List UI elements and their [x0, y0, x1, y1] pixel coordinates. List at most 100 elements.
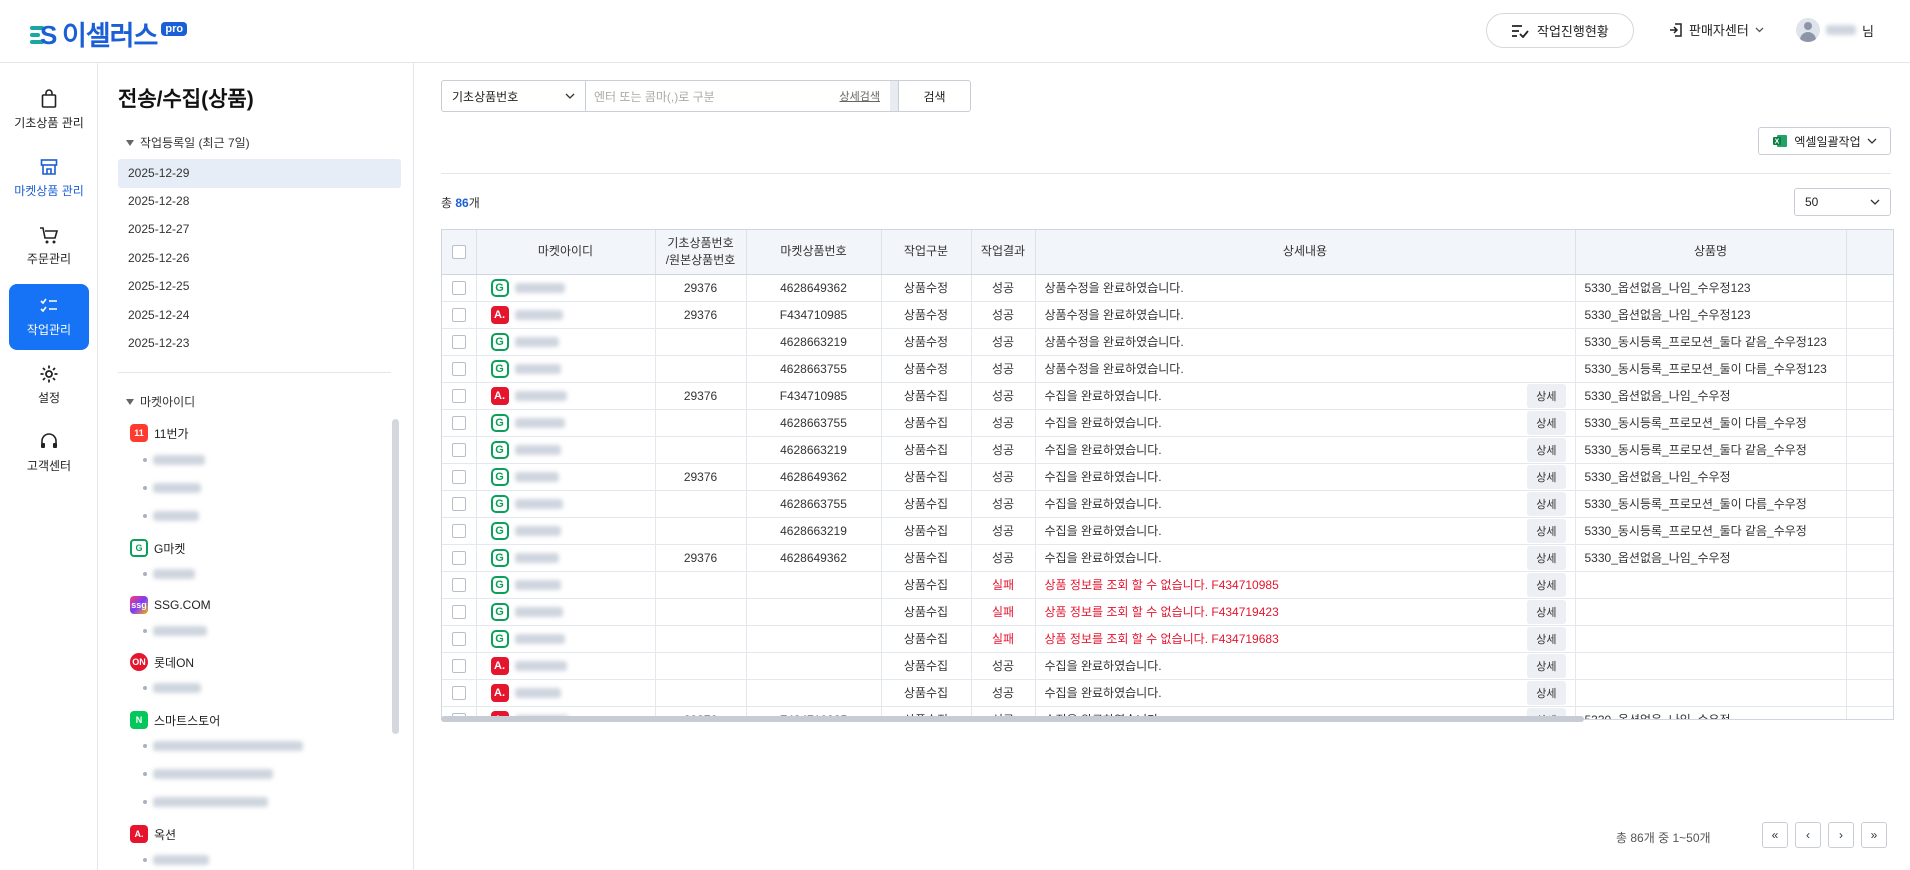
row-checkbox[interactable]: [451, 415, 466, 430]
nav-customer-center[interactable]: 고객센터: [9, 420, 89, 486]
market-account[interactable]: [143, 511, 199, 521]
col-header[interactable]: 상세내용: [1035, 230, 1576, 275]
market-account[interactable]: [143, 769, 273, 779]
market-group-header[interactable]: 마켓아이디: [126, 393, 195, 410]
seller-center-menu[interactable]: 판매자센터: [1669, 20, 1764, 39]
table-row[interactable]: G 29376 4628649362 상품수정 성공 상품수정을 완료하였습니다. 5330…: [442, 274, 1893, 302]
last-page-button[interactable]: »: [1861, 822, 1887, 848]
date-item[interactable]: 2025-12-25: [118, 272, 401, 301]
row-select-cell[interactable]: [442, 571, 477, 599]
table-horizontal-scrollbar[interactable]: [441, 716, 1584, 722]
row-checkbox[interactable]: [451, 685, 466, 700]
date-item[interactable]: 2025-12-26: [118, 244, 401, 273]
row-select-cell[interactable]: [442, 274, 477, 302]
table-row[interactable]: G 4628663755 상품수정 성공 상품수정을 완료하였습니다. 5330_동시등록…: [442, 355, 1893, 383]
tree-scrollbar[interactable]: [392, 419, 399, 734]
detail-button[interactable]: 상세: [1527, 653, 1566, 678]
detail-button[interactable]: 상세: [1527, 437, 1566, 462]
detail-button[interactable]: 상세: [1527, 599, 1566, 624]
market-account[interactable]: [143, 483, 201, 493]
col-header[interactable]: 기초상품번호 /원본상품번호: [655, 230, 747, 275]
col-header[interactable]: [1846, 230, 1893, 275]
first-page-button[interactable]: «: [1762, 822, 1788, 848]
row-checkbox[interactable]: [451, 577, 466, 592]
market-auction[interactable]: A. 옥션: [130, 825, 176, 843]
row-select-cell[interactable]: [442, 598, 477, 626]
market-account[interactable]: [143, 741, 303, 751]
prev-page-button[interactable]: ‹: [1795, 822, 1821, 848]
date-item[interactable]: 2025-12-23: [118, 329, 401, 358]
row-checkbox[interactable]: [451, 496, 466, 511]
row-checkbox[interactable]: [451, 469, 466, 484]
col-header[interactable]: 마켓아이디: [476, 230, 656, 275]
table-row[interactable]: G 4628663219 상품수집 성공 수집을 완료하였습니다. 상세 5330_동시등록…: [442, 436, 1893, 464]
nav-order[interactable]: 주문관리: [9, 213, 89, 279]
row-checkbox[interactable]: [451, 307, 466, 322]
row-select-cell[interactable]: [442, 625, 477, 653]
row-select-cell[interactable]: [442, 355, 477, 383]
row-select-cell[interactable]: [442, 517, 477, 545]
row-select-cell[interactable]: [442, 490, 477, 518]
market-account[interactable]: [143, 569, 195, 579]
row-select-cell[interactable]: [442, 382, 477, 410]
table-row[interactable]: G 4628663219 상품수집 성공 수집을 완료하였습니다. 상세 5330_동시등록…: [442, 517, 1893, 545]
market-account[interactable]: [143, 683, 201, 693]
market-ssg[interactable]: ssg SSG.COM: [130, 596, 211, 614]
table-row[interactable]: A. 상품수집 성공 수집을 완료하였습니다. 상세: [442, 652, 1893, 680]
detail-button[interactable]: 상세: [1527, 410, 1566, 435]
row-select-cell[interactable]: [442, 436, 477, 464]
date-item[interactable]: 2025-12-24: [118, 301, 401, 330]
search-button[interactable]: 검색: [898, 81, 970, 111]
page-size-select[interactable]: 50: [1794, 188, 1891, 216]
row-select-cell[interactable]: [442, 544, 477, 572]
market-account[interactable]: [143, 797, 268, 807]
date-item[interactable]: 2025-12-27: [118, 215, 401, 244]
date-item[interactable]: 2025-12-29: [118, 159, 401, 188]
nav-task-management[interactable]: 작업관리: [9, 284, 89, 350]
select-all-checkbox[interactable]: [451, 245, 466, 260]
detail-button[interactable]: 상세: [1527, 383, 1566, 408]
resize-handle[interactable]: [890, 81, 898, 111]
market-gmarket[interactable]: G G마켓: [130, 539, 185, 557]
table-row[interactable]: G 4628663219 상품수정 성공 상품수정을 완료하였습니다. 5330_동시등록…: [442, 328, 1893, 356]
table-row[interactable]: A. 29376F434710985상품수집성공 수집을 완료하였습니다. 상세 533…: [442, 382, 1893, 410]
market-account[interactable]: [143, 855, 209, 865]
market-account[interactable]: [143, 455, 205, 465]
row-select-cell[interactable]: [442, 409, 477, 437]
col-header[interactable]: 상품명: [1575, 230, 1847, 275]
select-all-header[interactable]: [442, 230, 477, 275]
market-lotteon[interactable]: ON 롯데ON: [130, 653, 194, 671]
user-menu[interactable]: 님: [1796, 18, 1874, 42]
table-row[interactable]: G 29376 4628649362 상품수집 성공 수집을 완료하였습니다. 상세 5330…: [442, 463, 1893, 491]
table-row[interactable]: G 29376 4628649362 상품수집 성공 수집을 완료하였습니다. 상세 5330…: [442, 544, 1893, 572]
row-select-cell[interactable]: [442, 301, 477, 329]
col-header[interactable]: 마켓상품번호: [746, 230, 882, 275]
table-row[interactable]: G 상품수집 실패 상품 정보를 조회 할 수 없습니다. F434710985 상세: [442, 571, 1893, 599]
table-row[interactable]: A. 상품수집 성공 수집을 완료하였습니다. 상세: [442, 679, 1893, 707]
detail-button[interactable]: 상세: [1527, 545, 1566, 570]
market-smartstore[interactable]: N 스마트스토어: [130, 711, 220, 729]
detail-search-link[interactable]: 상세검색: [840, 88, 880, 104]
table-row[interactable]: G 4628663755 상품수집 성공 수집을 완료하였습니다. 상세 5330_동시등록…: [442, 409, 1893, 437]
date-item[interactable]: 2025-12-28: [118, 187, 401, 216]
detail-button[interactable]: 상세: [1527, 626, 1566, 651]
row-select-cell[interactable]: [442, 652, 477, 680]
row-select-cell[interactable]: [442, 679, 477, 707]
row-checkbox[interactable]: [451, 604, 466, 619]
task-status-button[interactable]: 작업진행현황: [1486, 13, 1634, 48]
market-11st[interactable]: 11 11번가: [130, 424, 189, 442]
date-group-header[interactable]: 작업등록일 (최근 7일): [126, 134, 250, 151]
col-header[interactable]: 작업구분: [881, 230, 972, 275]
detail-button[interactable]: 상세: [1527, 572, 1566, 597]
search-field-select[interactable]: 기초상품번호: [442, 81, 586, 111]
detail-button[interactable]: 상세: [1527, 680, 1566, 705]
nav-base-product[interactable]: 기초상품 관리: [9, 77, 89, 143]
table-row[interactable]: A. 29376 F434710985 상품수정 성공 상품수정을 완료하였습니다. 533…: [442, 301, 1893, 329]
row-checkbox[interactable]: [451, 361, 466, 376]
nav-market-product[interactable]: 마켓상품 관리: [9, 145, 89, 211]
row-select-cell[interactable]: [442, 463, 477, 491]
row-checkbox[interactable]: [451, 523, 466, 538]
search-input[interactable]: 엔터 또는 콤마(,)로 구분 상세검색: [586, 81, 898, 111]
row-checkbox[interactable]: [451, 280, 466, 295]
row-checkbox[interactable]: [451, 631, 466, 646]
